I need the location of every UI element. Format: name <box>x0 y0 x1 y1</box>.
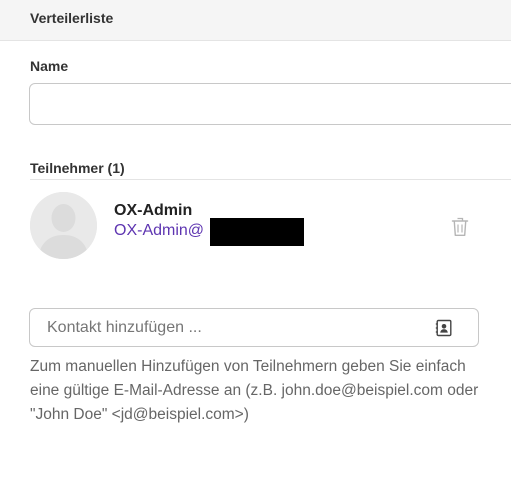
section-divider <box>30 179 511 180</box>
default-user-avatar-icon <box>30 192 97 259</box>
distribution-list-dialog: Verteilerliste Name Teilnehmer (1) OX-Ad… <box>0 0 511 479</box>
trash-icon[interactable] <box>451 217 469 237</box>
participant-email[interactable]: OX-Admin@ <box>114 222 204 240</box>
redacted-email-domain <box>210 218 304 246</box>
add-contact-field <box>29 308 479 347</box>
participants-heading: Teilnehmer (1) <box>30 160 125 176</box>
participant-name: OX-Admin <box>114 202 193 219</box>
dialog-header: Verteilerliste <box>0 0 511 41</box>
manual-add-hint: Zum manuellen Hinzufügen von Teilnehmern… <box>30 358 479 423</box>
name-input[interactable] <box>29 83 511 125</box>
add-contact-input[interactable] <box>31 310 426 345</box>
address-book-icon[interactable] <box>435 319 453 337</box>
dialog-title: Verteilerliste <box>30 10 114 26</box>
name-label: Name <box>30 58 69 74</box>
